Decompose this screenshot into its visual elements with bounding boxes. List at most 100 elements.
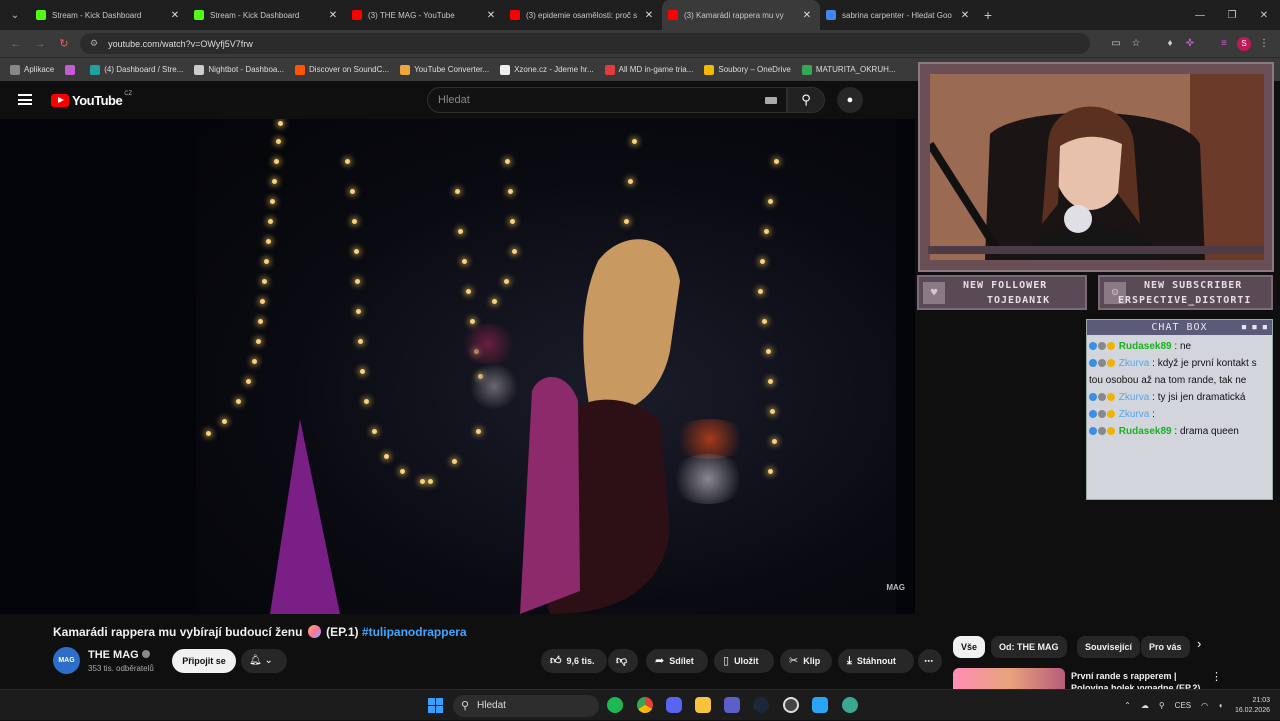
chevron-right-icon[interactable]: › xyxy=(1197,636,1201,651)
bookmark-item[interactable]: (4) Dashboard / Stre... xyxy=(90,64,183,75)
close-window-icon[interactable]: ✕ xyxy=(1248,10,1280,21)
media-icon[interactable]: ≡ xyxy=(1214,38,1234,49)
woman-on-stage xyxy=(520,239,680,614)
new-tab-button[interactable]: + xyxy=(978,7,998,23)
obs-icon[interactable] xyxy=(783,697,799,713)
search-input[interactable]: Hledat xyxy=(427,87,787,113)
reload-button[interactable]: ↻ xyxy=(52,37,76,50)
chevron-up-icon[interactable]: ⌃ xyxy=(1124,701,1131,710)
volume-icon[interactable]: ◖ xyxy=(1218,701,1223,710)
chat-header: CHAT BOX ■ ■ ■ xyxy=(1087,320,1272,335)
back-button[interactable]: ← xyxy=(4,38,28,50)
ccleaner-icon[interactable] xyxy=(812,697,828,713)
tab-search-icon[interactable]: ⌄ xyxy=(0,10,30,21)
bookmark-item[interactable]: Xzone.cz - Jdeme hr... xyxy=(500,64,594,75)
dislike-button[interactable]: 👎︎ xyxy=(608,649,638,673)
bookmark-item[interactable]: Aplikace xyxy=(10,64,55,75)
wifi-icon[interactable]: ◠ xyxy=(1201,701,1208,710)
join-button[interactable]: Připojit se xyxy=(172,649,236,673)
fairy-light xyxy=(360,369,365,374)
more-options-icon[interactable]: ⋮ xyxy=(1211,670,1222,683)
discord-icon[interactable] xyxy=(666,697,682,713)
browser-tab[interactable]: (3) epidemie osamělosti: proč s ✕ xyxy=(504,0,662,30)
clip-button[interactable]: ✂ Klip xyxy=(780,649,832,673)
bookmark-item[interactable]: Nightbot - Dashboa... xyxy=(194,64,284,75)
tab-close-icon[interactable]: ✕ xyxy=(168,10,182,21)
teams-icon[interactable] xyxy=(724,697,740,713)
share-button[interactable]: ➦ Sdílet xyxy=(646,649,708,673)
chat-message: Rudasek89 : drama queen xyxy=(1089,423,1270,440)
spotify-icon[interactable] xyxy=(607,697,623,713)
vase-right xyxy=(670,454,746,504)
browser-tab[interactable]: Stream - Kick Dashboard ✕ xyxy=(188,0,346,30)
bookmark-item[interactable]: Soubory – OneDrive xyxy=(704,64,791,75)
hashtag-link[interactable]: #tulipanodrappera xyxy=(362,625,467,639)
cloud-icon[interactable]: ☁ xyxy=(1141,701,1149,710)
windows-start-icon[interactable] xyxy=(428,698,443,713)
fairy-light xyxy=(762,319,767,324)
fairy-light xyxy=(768,199,773,204)
channel-avatar[interactable]: MAG xyxy=(53,647,80,674)
microphone-icon[interactable]: ● xyxy=(837,87,863,113)
search-button[interactable]: ⚲ xyxy=(787,87,825,113)
flowers-right xyxy=(670,419,750,459)
bookmark-item[interactable] xyxy=(65,64,79,75)
browser-tab[interactable]: (3) Kamarádi rappera mu vy ✕ xyxy=(662,0,820,30)
tab-close-icon[interactable]: ✕ xyxy=(800,10,814,21)
minimize-icon[interactable]: — xyxy=(1184,10,1216,21)
puzzle-icon[interactable]: ✜ xyxy=(1180,38,1200,49)
chrome-icon[interactable] xyxy=(637,697,653,713)
time-text: 21:03 xyxy=(1252,696,1270,704)
filter-chip[interactable]: Vše xyxy=(953,636,986,658)
url-field[interactable]: ⚙ youtube.com/watch?v=OWyfj5V7frw xyxy=(80,33,1090,54)
app-icon[interactable] xyxy=(842,697,858,713)
tab-close-icon[interactable]: ✕ xyxy=(958,10,972,21)
hamburger-menu-icon[interactable] xyxy=(18,94,32,105)
filter-chip[interactable]: Od: THE MAG xyxy=(991,636,1067,658)
keyboard-icon[interactable] xyxy=(765,97,777,104)
browser-tab[interactable]: (3) THE MAG - YouTube ✕ xyxy=(346,0,504,30)
forward-button[interactable]: → xyxy=(28,38,52,50)
fairy-light xyxy=(624,219,629,224)
file-explorer-icon[interactable] xyxy=(695,697,711,713)
save-button[interactable]: ▯ Uložit xyxy=(714,649,774,673)
taskbar-search[interactable]: Hledat xyxy=(453,695,599,717)
download-label: Stáhnout xyxy=(856,656,896,666)
like-button[interactable]: 👍︎ 9,6 tis. xyxy=(541,649,607,673)
filter-chip[interactable]: Související xyxy=(1077,636,1141,658)
bookmark-item[interactable]: All MD in-game tria... xyxy=(604,64,693,75)
fairy-light xyxy=(766,349,771,354)
menu-kebab-icon[interactable]: ⋮ xyxy=(1254,38,1274,49)
youtube-logo[interactable]: YouTube CZ xyxy=(51,91,132,108)
badge-icon xyxy=(1098,427,1106,435)
tab-close-icon[interactable]: ✕ xyxy=(642,10,656,21)
site-info-icon[interactable]: ⚙ xyxy=(90,38,98,49)
badge-icon xyxy=(1107,427,1115,435)
extension-icon[interactable]: ♦ xyxy=(1160,38,1180,49)
language-indicator[interactable]: CES xyxy=(1175,701,1191,710)
steam-icon[interactable] xyxy=(753,697,769,713)
bookmark-item[interactable]: Discover on SoundC... xyxy=(295,64,389,75)
location-icon[interactable]: ⚲ xyxy=(1159,701,1165,710)
cast-icon[interactable]: ▭ xyxy=(1106,38,1126,49)
browser-tab-bar: ⌄ Stream - Kick Dashboard ✕ Stream - Kick … xyxy=(0,0,1280,30)
maximize-icon[interactable]: ❐ xyxy=(1216,10,1248,21)
bookmark-label: Aplikace xyxy=(24,65,55,74)
channel-name[interactable]: THE MAG xyxy=(88,649,150,661)
browser-tab[interactable]: sabrina carpenter - Hledat Goo ✕ xyxy=(820,0,978,30)
bookmark-item[interactable]: YouTube Converter... xyxy=(400,64,489,75)
tab-close-icon[interactable]: ✕ xyxy=(326,10,340,21)
bookmark-item[interactable]: MATURITA_OKRUH... xyxy=(801,64,896,75)
notification-bell-button[interactable]: 🔔︎ ⌄ xyxy=(241,649,287,673)
more-actions-button[interactable]: ⋯ xyxy=(918,649,942,673)
clock[interactable]: 21:03 16.02.2026 xyxy=(1235,696,1270,716)
filter-chip[interactable]: Pro vás xyxy=(1141,636,1190,658)
bookmark-star-icon[interactable]: ☆ xyxy=(1126,38,1146,49)
tab-close-icon[interactable]: ✕ xyxy=(484,10,498,21)
browser-tab[interactable]: Stream - Kick Dashboard ✕ xyxy=(30,0,188,30)
badge-icon xyxy=(1098,359,1106,367)
chevron-down-icon: ⌄ xyxy=(264,655,273,666)
profile-avatar[interactable]: S xyxy=(1234,36,1254,51)
download-button[interactable]: ⤓ Stáhnout xyxy=(838,649,914,673)
video-player[interactable]: MAG xyxy=(0,119,915,614)
